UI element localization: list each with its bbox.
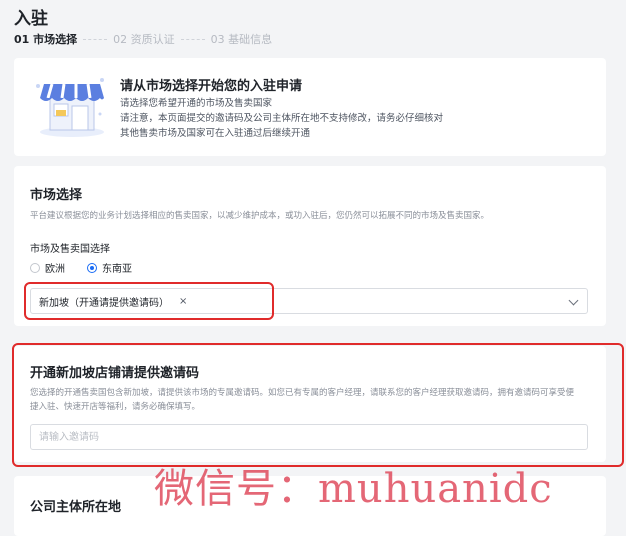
intro-line: 请注意，本页面提交的邀请码及公司主体所在地不支持修改，请务必仔细核对 (120, 113, 444, 124)
step-indicator: 01 市场选择 02 资质认证 03 基础信息 (14, 31, 272, 47)
intro-card: 请从市场选择开始您的入驻申请 请选择您希望开通的市场及售卖国家 请注意，本页面提… (14, 58, 606, 156)
page-title: 入驻 (14, 9, 48, 29)
invite-description: 您选择的开通售卖国包含新加坡，请提供该市场的专属邀请码。如您已有专属的客户经理，… (30, 388, 575, 398)
intro-title: 请从市场选择开始您的入驻申请 (120, 79, 303, 94)
radio-southeast-asia[interactable]: 东南亚 (87, 260, 132, 275)
radio-circle-checked[interactable] (87, 262, 97, 273)
intro-line: 其他售卖市场及国家可在入驻通过后继续开通 (120, 128, 311, 139)
market-radio-group: 欧洲 东南亚 (30, 260, 154, 275)
step-2: 02 资质认证 (113, 33, 175, 46)
shop-icon (36, 78, 104, 137)
invite-title: 开通新加坡店铺请提供邀请码 (30, 366, 200, 381)
market-description: 平台建议根据您的业务计划选择相应的售卖国家，以减少维护成本，或功入驻后，您仍然可… (30, 211, 490, 221)
market-field-label: 市场及售卖国选择 (30, 244, 110, 255)
step-divider (83, 38, 108, 40)
company-title: 公司主体所在地 (30, 500, 122, 515)
step-1: 01 市场选择 (14, 33, 78, 46)
radio-label: 东南亚 (102, 264, 132, 275)
watermark: 微信号：muhuanidc (154, 466, 553, 512)
close-icon[interactable]: × (179, 296, 187, 307)
country-select[interactable]: 新加坡（开通请提供邀请码） × (30, 288, 588, 314)
invite-description: 捷入驻、快速开店等福利，请务必确保填写。 (30, 402, 201, 412)
chevron-down-icon[interactable] (568, 295, 579, 306)
step-3: 03 基础信息 (210, 33, 273, 46)
market-card: 市场选择 平台建议根据您的业务计划选择相应的售卖国家，以减少维护成本，或功入驻后… (14, 166, 606, 326)
radio-europe[interactable]: 欧洲 (30, 260, 65, 275)
invite-code-input[interactable] (30, 424, 588, 450)
selected-country-tag: 新加坡（开通请提供邀请码） × (39, 294, 187, 309)
tag-label: 新加坡（开通请提供邀请码） (39, 297, 169, 309)
step-divider (180, 38, 205, 40)
invite-card: 开通新加坡店铺请提供邀请码 您选择的开通售卖国包含新加坡，请提供该市场的专属邀请… (14, 346, 606, 462)
market-title: 市场选择 (30, 188, 83, 203)
intro-line: 请选择您希望开通的市场及售卖国家 (120, 98, 273, 109)
radio-label: 欧洲 (45, 264, 65, 275)
radio-circle[interactable] (30, 262, 40, 273)
